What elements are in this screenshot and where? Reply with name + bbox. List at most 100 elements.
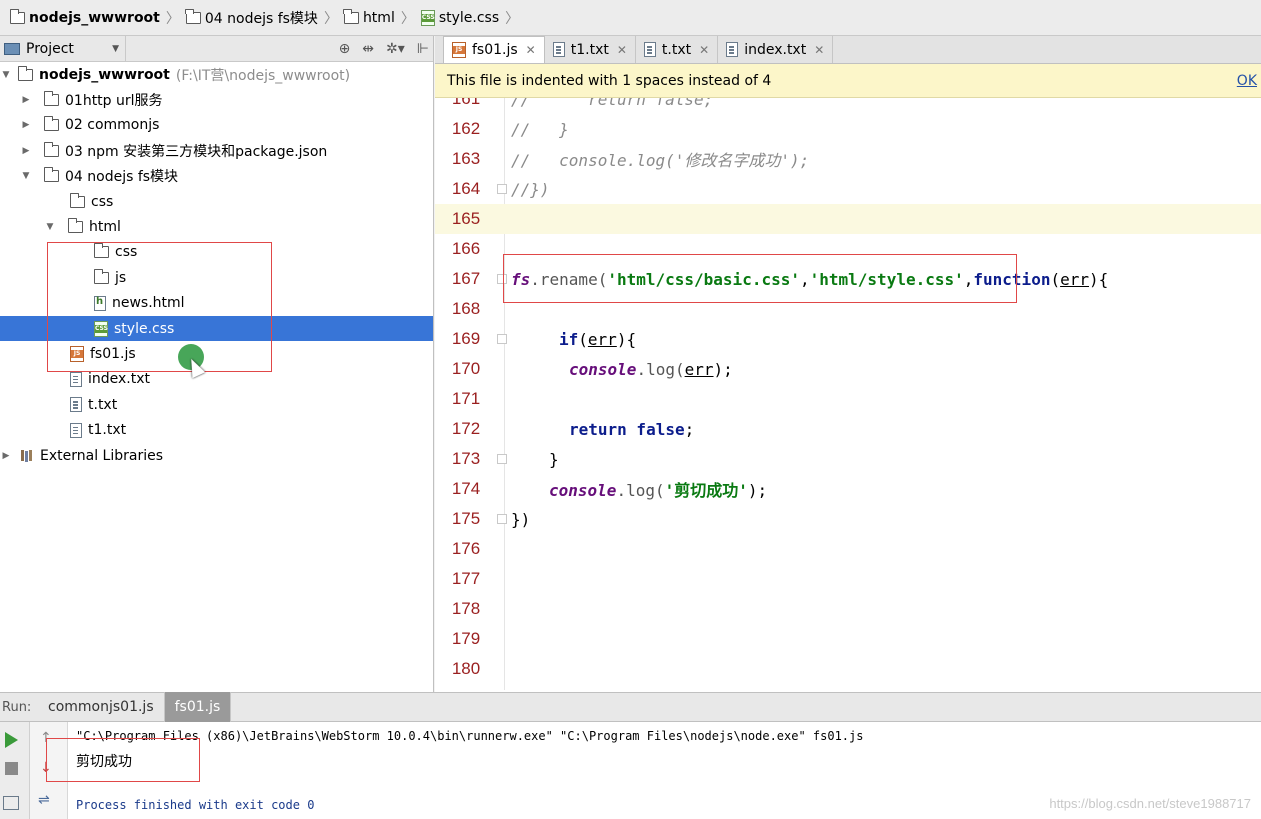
editor-panel: JS fs01.js ✕ t1.txt ✕ t.txt ✕ index.txt … [435, 36, 1261, 692]
breadcrumb-item-fs[interactable]: 04 nodejs fs模块 [182, 0, 322, 36]
chevron-right-icon: 〉 [505, 10, 520, 27]
hide-panel-icon[interactable]: ⊩ [417, 41, 429, 57]
folder-icon [93, 243, 109, 259]
text-file-icon [70, 397, 82, 413]
code-line: 175 }) [451, 509, 531, 529]
code-line: 161 // return false; [451, 98, 714, 109]
folder-icon [93, 268, 109, 284]
project-panel-header: Project ▼ ⊕ ⇹ ✲▾ ⊩ [0, 35, 433, 62]
library-icon [20, 449, 34, 462]
close-icon[interactable]: ✕ [814, 43, 824, 57]
indent-notice-bar: This file is indented with 1 spaces inst… [435, 64, 1261, 98]
tree-item-folder[interactable]: js [0, 265, 433, 290]
editor-tabbar: JS fs01.js ✕ t1.txt ✕ t.txt ✕ index.txt … [435, 36, 1261, 64]
code-line: 178 [451, 599, 481, 619]
code-area[interactable]: 161 // return false; 162 // } 163 // con… [435, 98, 1261, 690]
up-arrow-icon[interactable]: ↑ [40, 730, 52, 746]
stop-icon[interactable] [5, 762, 18, 775]
collapsed-arrow-icon[interactable]: ▶ [20, 146, 32, 156]
project-panel: Project ▼ ⊕ ⇹ ✲▾ ⊩ ▼ nodejs_wwwroot (F:\… [0, 35, 434, 692]
collapsed-arrow-icon[interactable]: ▶ [20, 120, 32, 130]
code-line: 171 [451, 389, 481, 409]
console-toolbar: ↑ ↓ ⇌ [30, 722, 68, 819]
project-tree: ▼ nodejs_wwwroot (F:\IT营\nodejs_wwwroot)… [0, 62, 433, 468]
code-line: 174 console.log('剪切成功'); [451, 479, 768, 501]
tab-t1-txt[interactable]: t1.txt ✕ [544, 36, 636, 63]
tree-item-folder[interactable]: css [0, 189, 433, 214]
tab-t-txt[interactable]: t.txt ✕ [635, 36, 719, 63]
text-file-icon [552, 42, 565, 57]
close-icon[interactable]: ✕ [526, 43, 536, 57]
expanded-arrow-icon[interactable]: ▼ [44, 222, 56, 232]
project-view-selector[interactable]: Project ▼ [0, 35, 126, 62]
tree-item-external-libraries[interactable]: ▶ External Libraries [0, 443, 433, 468]
chevron-right-icon: 〉 [400, 10, 415, 27]
rerun-icon[interactable] [5, 732, 18, 748]
fold-marker-icon[interactable] [497, 514, 507, 524]
code-line: 166 [451, 239, 481, 259]
collapsed-arrow-icon[interactable]: ▶ [20, 95, 32, 105]
tree-item-folder[interactable]: ▼ html [0, 214, 433, 239]
code-line-current: 165 [435, 204, 1261, 235]
folder-icon [17, 65, 33, 81]
dropdown-arrow-icon: ▼ [112, 43, 119, 54]
collapsed-arrow-icon[interactable]: ▶ [0, 451, 12, 461]
project-icon [4, 42, 20, 55]
tree-item-folder[interactable]: ▶ 02 commonjs [0, 113, 433, 138]
expanded-arrow-icon[interactable]: ▼ [0, 70, 12, 80]
fold-marker-icon[interactable] [497, 334, 507, 344]
layout-icon[interactable] [3, 796, 19, 810]
tree-item-file[interactable]: news.html [0, 291, 433, 316]
run-tab-commonjs01[interactable]: commonjs01.js [38, 692, 165, 722]
expanded-arrow-icon[interactable]: ▼ [20, 171, 32, 181]
breadcrumb-item-html[interactable]: html [340, 0, 399, 36]
tree-item-file-selected[interactable]: CSS style.css [0, 315, 433, 342]
tree-item-file[interactable]: JS fs01.js [0, 341, 433, 366]
folder-icon [43, 91, 59, 107]
chevron-right-icon: 〉 [323, 10, 338, 27]
code-line: 173 } [451, 449, 559, 469]
fold-marker-icon[interactable] [497, 454, 507, 464]
folder-icon [343, 8, 359, 24]
scroll-from-source-icon[interactable]: ⊕ [339, 41, 351, 57]
breadcrumb-item-root[interactable]: nodejs_wwwroot [6, 0, 164, 36]
code-line: 168 [451, 299, 481, 319]
collapse-all-icon[interactable]: ⇹ [362, 41, 374, 57]
gear-icon[interactable]: ✲▾ [386, 41, 405, 57]
code-line: 162 // } [451, 119, 569, 139]
code-line: 176 [451, 539, 481, 559]
folder-icon [185, 8, 201, 24]
down-arrow-icon[interactable]: ↓ [40, 760, 52, 776]
panel-toolbar: ⊕ ⇹ ✲▾ ⊩ [339, 36, 429, 62]
close-icon[interactable]: ✕ [617, 43, 627, 57]
text-file-icon [643, 42, 656, 57]
tree-item-folder[interactable]: ▶ 01http url服务 [0, 87, 433, 112]
breadcrumb-item-stylecss[interactable]: CSS style.css [417, 0, 503, 36]
soft-wrap-icon[interactable]: ⇌ [38, 792, 50, 808]
run-toolbar [0, 722, 30, 819]
folder-icon [43, 141, 59, 157]
breadcrumb: nodejs_wwwroot 〉 04 nodejs fs模块 〉 html 〉… [0, 0, 1261, 36]
text-file-icon [726, 42, 739, 57]
tree-item-folder[interactable]: ▼ 04 nodejs fs模块 [0, 164, 433, 189]
text-file-icon [70, 371, 82, 387]
js-file-icon: JS [70, 345, 84, 362]
run-tab-fs01[interactable]: fs01.js [164, 692, 232, 722]
tree-item-file[interactable]: index.txt [0, 367, 433, 392]
tab-index-txt[interactable]: index.txt ✕ [718, 36, 834, 63]
folder-icon [9, 8, 25, 24]
close-icon[interactable]: ✕ [699, 43, 709, 57]
notice-ok-link[interactable]: OK [1237, 73, 1257, 89]
tree-item-file[interactable]: t.txt [0, 392, 433, 417]
tree-item-root[interactable]: ▼ nodejs_wwwroot (F:\IT营\nodejs_wwwroot) [0, 62, 433, 87]
code-line: 169 if(err){ [451, 329, 637, 349]
tree-item-folder[interactable]: css [0, 240, 433, 265]
tree-item-file[interactable]: t1.txt [0, 417, 433, 442]
css-file-icon: CSS [94, 320, 108, 337]
tab-fs01-js[interactable]: JS fs01.js ✕ [443, 36, 545, 63]
tree-item-folder[interactable]: ▶ 03 npm 安装第三方模块和package.json [0, 138, 433, 163]
watermark: https://blog.csdn.net/steve1988717 [1049, 796, 1251, 811]
fold-marker-icon[interactable] [497, 184, 507, 194]
html-file-icon [94, 295, 106, 311]
fold-marker-icon[interactable] [497, 274, 507, 284]
